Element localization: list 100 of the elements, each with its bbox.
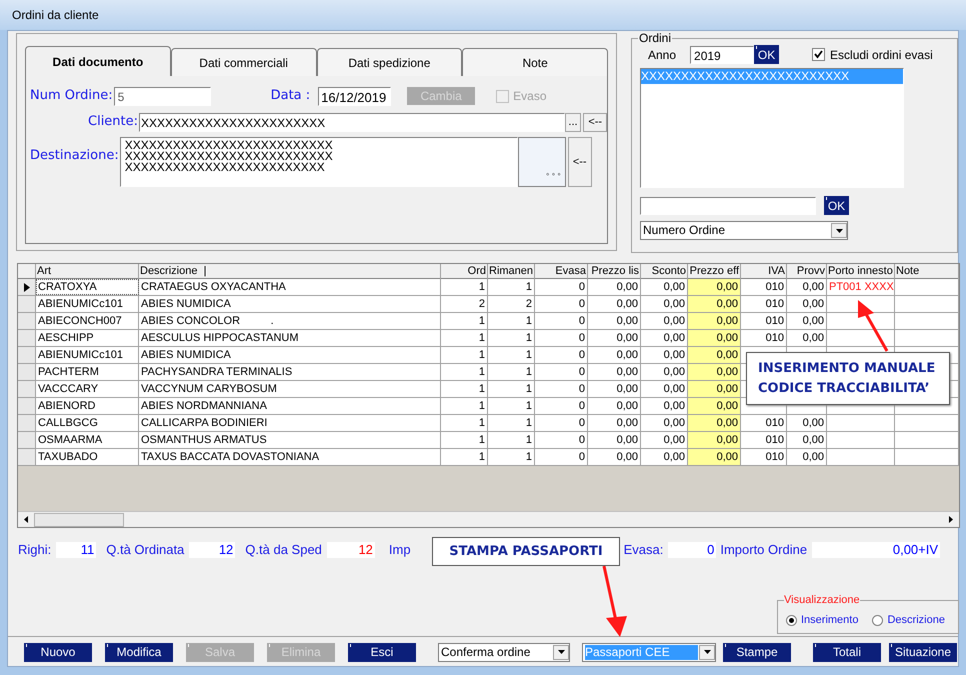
table-cell: 0,00: [688, 381, 741, 397]
ordini-title: Ordini: [638, 31, 672, 45]
total-label: Evasa:: [624, 541, 664, 560]
table-cell: 0: [535, 330, 588, 346]
table-cell: 0: [535, 313, 588, 329]
table-cell: 1: [488, 347, 535, 363]
toolbar-button[interactable]: Situazione: [889, 642, 957, 662]
table-cell: 0,00: [688, 296, 741, 312]
table-cell: PACHYSANDRA TERMINALIS: [139, 364, 441, 380]
total-label: Q.tà Ordinata: [106, 541, 184, 560]
table-cell: 0,00: [688, 279, 741, 295]
data-label: Data :: [270, 87, 310, 106]
toolbar-button[interactable]: Nuovo: [24, 642, 92, 662]
table-cell: CRATOXYA: [36, 279, 139, 295]
destinazione-label: Destinazione:: [30, 147, 119, 165]
table-cell: 1: [441, 347, 488, 363]
table-cell: 010: [741, 330, 787, 346]
toolbar-button[interactable]: Esci: [348, 642, 416, 662]
table-cell: 1: [441, 415, 488, 431]
cliente-field[interactable]: XXXXXXXXXXXXXXXXXXXXXXX: [139, 112, 565, 132]
table-cell: 0: [535, 449, 588, 465]
back-button[interactable]: <--: [583, 112, 608, 132]
total-value: 11: [56, 542, 96, 558]
tab[interactable]: Note: [462, 48, 608, 76]
row-header[interactable]: [18, 279, 36, 295]
horizontal-scrollbar[interactable]: [18, 511, 959, 527]
checkbox[interactable]: [812, 48, 826, 61]
table-cell: 1: [488, 398, 535, 414]
num-ordine-field[interactable]: 5: [114, 86, 211, 106]
table-cell: 1: [488, 313, 535, 329]
ok-button[interactable]: OK: [824, 196, 849, 215]
table-cell: AESCULUS HIPPOCASTANUM: [139, 330, 441, 346]
table-cell: 0: [535, 415, 588, 431]
table-cell: 1: [488, 330, 535, 346]
radio-button[interactable]: [786, 614, 797, 626]
table-cell: 0,00: [588, 432, 641, 448]
browse-button[interactable]: ...: [564, 112, 582, 132]
tab[interactable]: Dati documento: [25, 46, 171, 76]
table-cell: 0,00: [787, 313, 827, 329]
table-cell: 1: [488, 449, 535, 465]
radio-button[interactable]: [872, 614, 884, 626]
table-cell: 010: [741, 432, 787, 448]
table-cell: TAXUBADO: [36, 449, 139, 465]
table-cell: 0,00: [588, 381, 641, 397]
table-cell: 0,00: [787, 449, 827, 465]
search-field[interactable]: [640, 196, 816, 214]
table-cell-text: PT001 XXXX: [829, 280, 894, 295]
toolbar-button[interactable]: Totali: [813, 642, 881, 662]
scroll-thumb[interactable]: [34, 512, 124, 526]
table-cell: ABIES NUMIDICA: [139, 296, 441, 312]
table-cell: VACCYNUM CARYBOSUM: [139, 381, 441, 397]
table-cell: 0,00: [588, 347, 641, 363]
table-cell: 0,00: [787, 415, 827, 431]
toolbar-button[interactable]: Modifica: [105, 642, 173, 662]
table-cell: 0,00: [588, 330, 641, 346]
table-cell: 1: [441, 398, 488, 414]
table-cell: 0,00: [688, 432, 741, 448]
table-cell: ABIES NORDMANNIANA: [139, 398, 441, 414]
radio-label: Inserimento: [801, 612, 858, 628]
table-cell: 1: [441, 449, 488, 465]
table-cell: 0,00: [688, 347, 741, 363]
table-cell: ABIENUMICc101: [36, 347, 139, 363]
table-cell: 0: [535, 279, 588, 295]
browse-button[interactable]: ◦ ◦ ◦: [518, 137, 566, 187]
toolbar-button[interactable]: Stampe: [723, 642, 791, 662]
table-cell: 0,00: [688, 449, 741, 465]
address-line: XXXXXXXXXXXXXXXXXXXXXXXXX: [124, 162, 325, 173]
tab[interactable]: Dati spedizione: [316, 48, 462, 76]
table-cell: 0,00: [588, 279, 641, 295]
table-cell: 0,00: [588, 398, 641, 414]
table-cell: PACHTERM: [36, 364, 139, 380]
sort-dropdown[interactable]: Numero Ordine: [640, 221, 848, 240]
table-cell: 0,00: [787, 296, 827, 312]
destinazione-field[interactable]: XXXXXXXXXXXXXXXXXXXXXXXXXX XXXXXXXXXXXXXXXXXXXXXXXXXX XXXXXXXXXXXXXXXXXXXXXXXXX: [120, 137, 518, 187]
table-cell: 0,00: [588, 313, 641, 329]
total-label: Q.tà da Sped: [245, 541, 322, 560]
table-cell: 010: [741, 313, 787, 329]
table-cell: 2: [441, 296, 488, 312]
table-cell: 0,00: [688, 313, 741, 329]
table-cell: 0: [535, 296, 588, 312]
table-cell: ABIENORD: [36, 398, 139, 414]
tab[interactable]: Dati commerciali: [170, 48, 316, 76]
back-button[interactable]: <--: [568, 137, 592, 187]
data-field[interactable]: 16/12/2019: [318, 86, 392, 106]
ok-button[interactable]: OK: [754, 45, 780, 64]
radio-label: Descrizione: [887, 612, 945, 628]
report-dropdown[interactable]: Conferma ordine: [438, 642, 570, 662]
table-cell: 0,00: [588, 364, 641, 380]
total-value: 12: [189, 542, 236, 558]
window-title: Ordini da cliente: [12, 7, 99, 24]
table-cell: 1: [488, 381, 535, 397]
callout-text: INSERIMENTO MANUALE CODICE TRACCIABILITA’: [758, 360, 936, 398]
table-cell: ABIES NUMIDICA: [139, 347, 441, 363]
table-cell: 1: [488, 415, 535, 431]
cliente-label: Cliente:: [88, 113, 138, 132]
table-cell: ABIECONCH007: [36, 313, 139, 329]
table-cell: ABIES CONCOLOR .: [139, 313, 441, 329]
table-cell: 1: [441, 432, 488, 448]
table-cell: 010: [741, 415, 787, 431]
anno-field[interactable]: 2019: [690, 46, 754, 64]
